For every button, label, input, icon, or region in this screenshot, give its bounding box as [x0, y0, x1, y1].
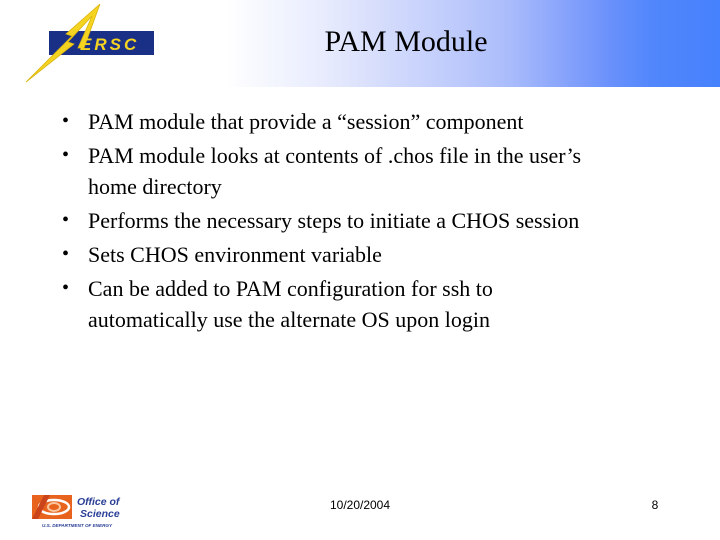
bullet-item: • Sets CHOS environment variable [60, 239, 680, 270]
doe-subtitle-text: U.S. DEPARTMENT OF ENERGY [42, 523, 113, 528]
bullet-list: • PAM module that provide a “session” co… [60, 106, 680, 338]
office-of-science-logo: Office of Science U.S. DEPARTMENT OF ENE… [32, 495, 121, 528]
bullet-text: PAM module that provide a “session” comp… [88, 109, 524, 134]
bullet-item: • PAM module that provide a “session” co… [60, 106, 680, 137]
bullet-text: Sets CHOS environment variable [88, 242, 382, 267]
bullet-text: PAM module looks at contents of .chos fi… [88, 143, 582, 168]
bullet-text-continuation: home directory [88, 174, 222, 199]
office-of-text: Office of [77, 496, 121, 508]
bullet-item: • Performs the necessary steps to initia… [60, 205, 680, 236]
bullet-item: • PAM module looks at contents of .chos … [60, 140, 680, 202]
bullet-icon: • [62, 277, 70, 299]
bullet-text: Performs the necessary steps to initiate… [88, 208, 580, 233]
bullet-icon: • [62, 144, 70, 166]
bullet-icon: • [62, 243, 70, 265]
bullet-item: • Can be added to PAM configuration for … [60, 273, 680, 335]
bullet-icon: • [62, 209, 70, 231]
slide: ERSC PAM Module • PAM module that provid… [0, 0, 720, 540]
slide-title: PAM Module [324, 25, 488, 58]
bullet-text-continuation: automatically use the alternate OS upon … [88, 307, 491, 332]
science-text: Science [80, 508, 120, 520]
footer-date: 10/20/2004 [329, 498, 391, 512]
bullet-text: Can be added to PAM configuration for ss… [88, 276, 493, 301]
page-number: 8 [651, 498, 659, 512]
bullet-icon: • [62, 110, 70, 132]
